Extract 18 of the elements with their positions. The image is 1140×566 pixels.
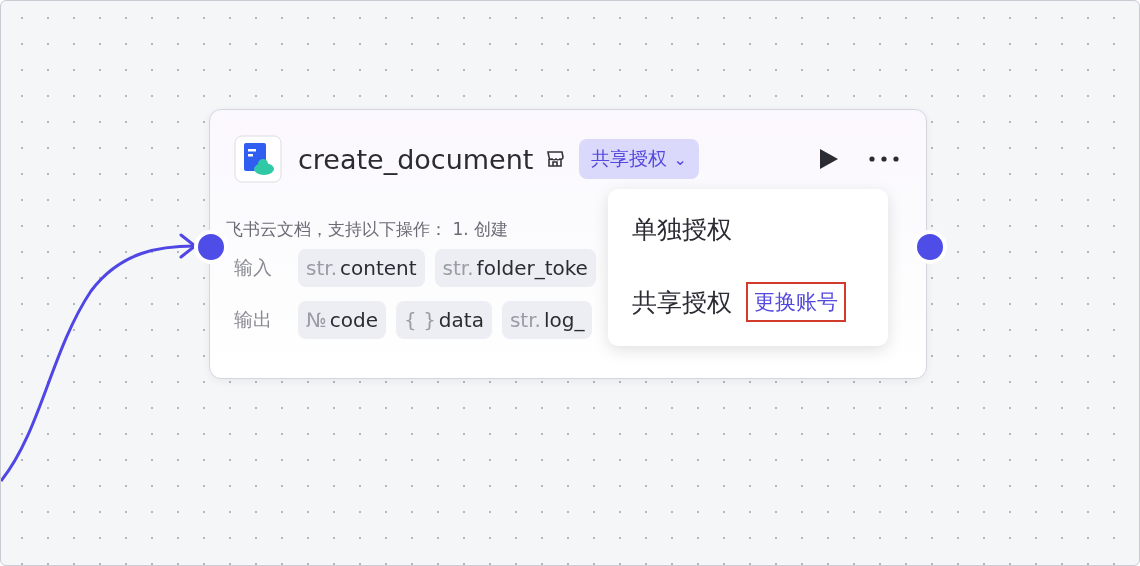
- auth-dropdown[interactable]: 共享授权 ⌄: [579, 139, 699, 179]
- store-icon: [545, 149, 566, 169]
- node-title: create_document: [298, 143, 534, 175]
- parameter-tag: str.log_: [501, 301, 593, 339]
- more-icon[interactable]: [868, 155, 900, 163]
- menu-item[interactable]: 共享授权: [632, 285, 732, 319]
- run-icon[interactable]: [818, 147, 840, 171]
- parameter-tag: { }data: [396, 301, 492, 339]
- node-description: 飞书云文档，支持以下操作： 1. 创建: [226, 218, 509, 241]
- change-account-link[interactable]: 更换账号: [746, 282, 846, 322]
- document-cloud-icon: [234, 135, 282, 183]
- parameter-tag: №code: [298, 301, 387, 339]
- row-label: 输入: [234, 255, 273, 280]
- node-card[interactable]: create_document 共享授权 ⌄ 飞书云文档，支持以下操作： 1. 创建 输入 str.content str.folder_toke 输出 №code { }data str.log_ 单独授权 共享授权 更换账号: [209, 109, 927, 379]
- parameter-tag: str.content: [298, 249, 425, 287]
- parameter-tag: str.folder_toke: [434, 249, 596, 287]
- menu-item[interactable]: 单独授权: [632, 213, 732, 246]
- row-label: 输出: [234, 307, 273, 332]
